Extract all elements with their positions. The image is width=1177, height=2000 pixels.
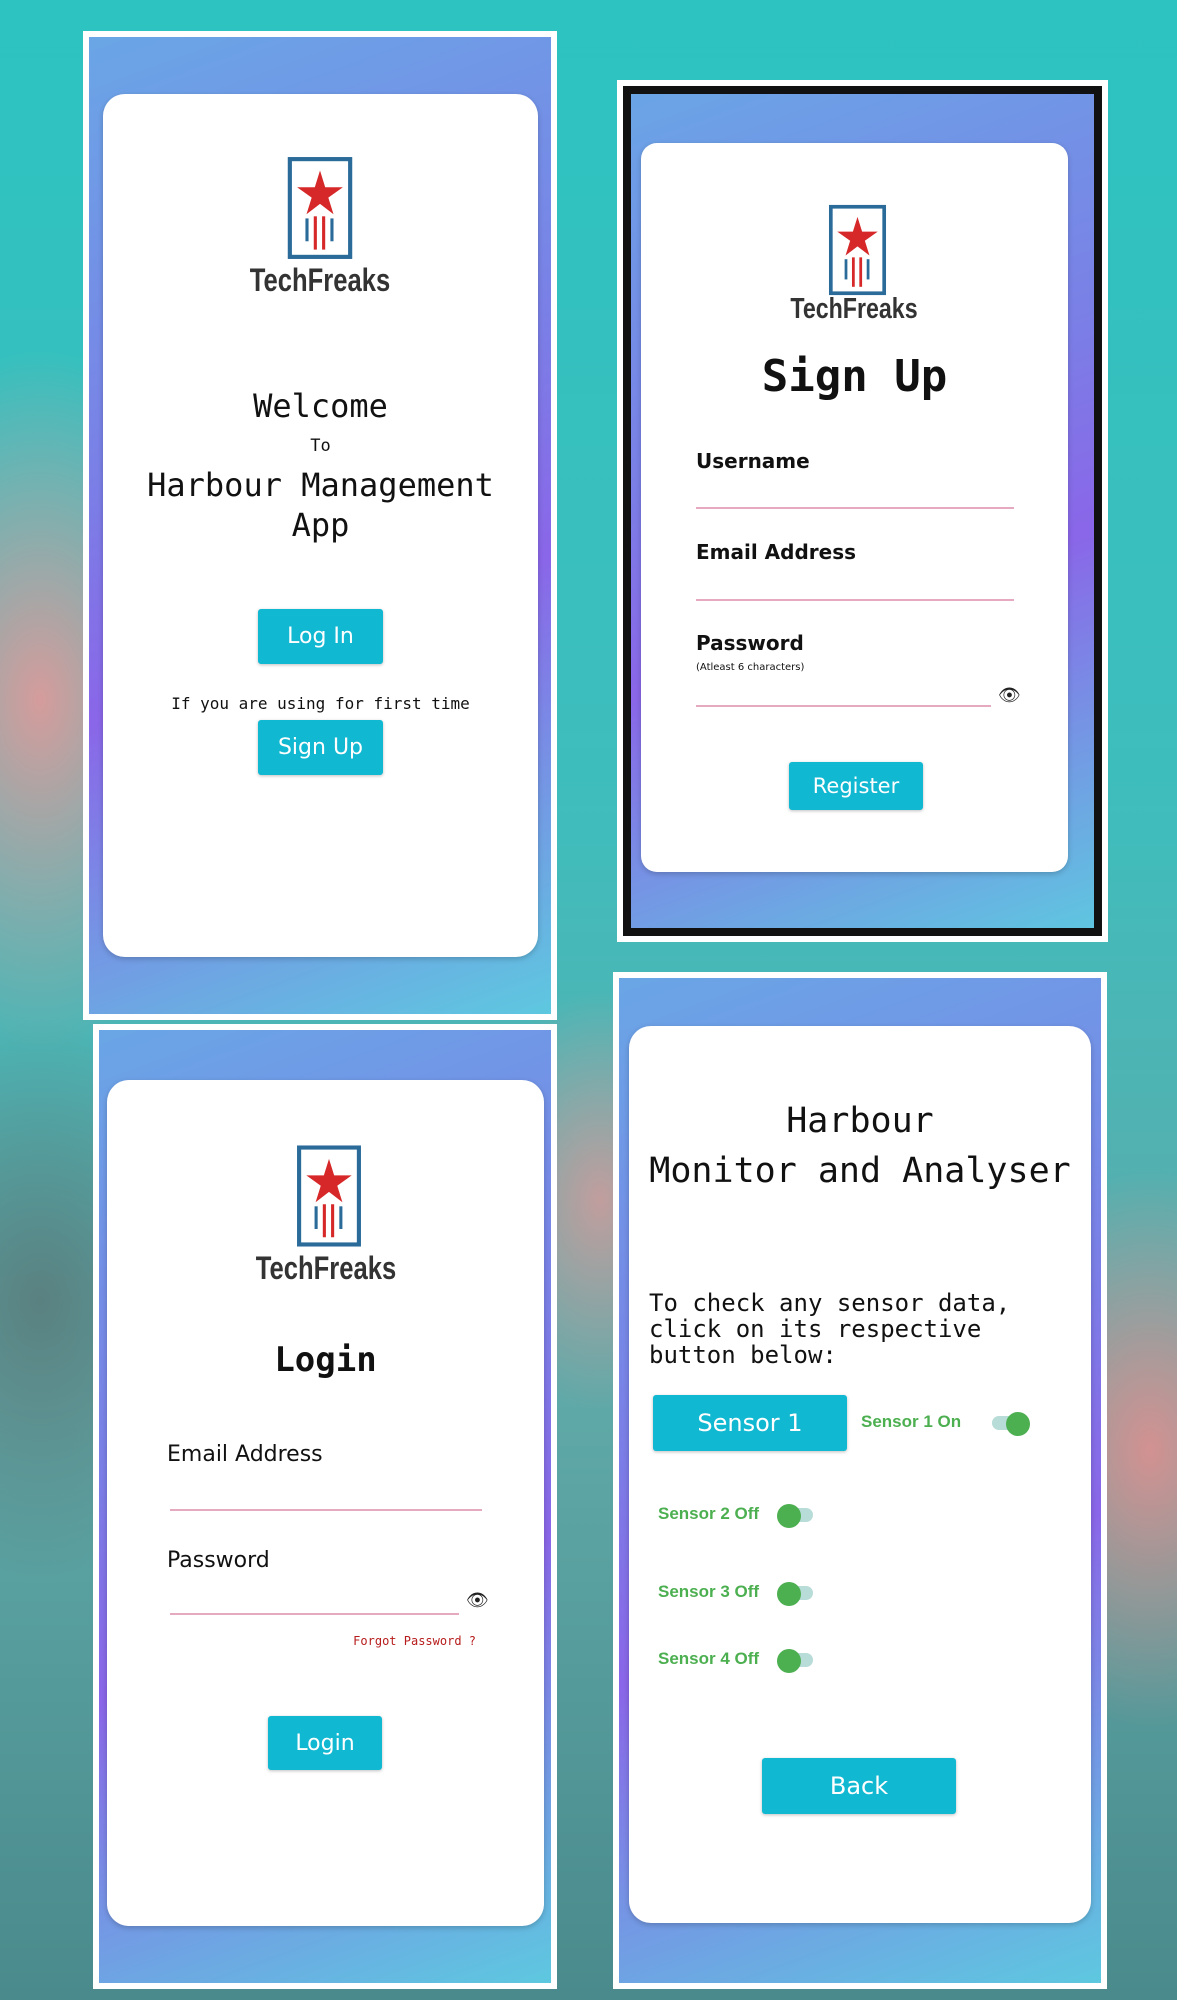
password-input[interactable] (170, 1613, 459, 1615)
username-input[interactable] (696, 507, 1014, 509)
app-name-line1: Harbour Management (147, 466, 494, 504)
sensor-3-status: Sensor 3 Off (658, 1582, 760, 1601)
login-title: Login (274, 1340, 377, 1380)
login-button[interactable]: Login (268, 1716, 382, 1770)
email-input[interactable] (170, 1509, 482, 1511)
sensor-4-status: Sensor 4 Off (658, 1649, 760, 1668)
sensor-2-status: Sensor 2 Off (658, 1504, 760, 1523)
password-hint: (Atleast 6 characters) (696, 662, 805, 673)
signup-title: Sign Up (761, 351, 948, 402)
welcome-to: To (310, 436, 331, 456)
eye-off-icon[interactable]: 👁 (466, 1590, 489, 1611)
sensor-1-status: Sensor 1 On (861, 1412, 962, 1431)
techfreaks-logo (296, 1144, 362, 1248)
techfreaks-logo (828, 204, 887, 296)
monitor-title-line2: Monitor and Analyser (649, 1151, 1071, 1191)
eye-off-icon[interactable]: 👁 (998, 685, 1021, 706)
signup-card: TechFreaks Sign Up Username Email Addres… (641, 143, 1068, 872)
login-card: TechFreaks Login Email Address Password … (107, 1080, 544, 1926)
welcome-card: TechFreaks Welcome To Harbour Management… (103, 94, 538, 957)
welcome-screen: TechFreaks Welcome To Harbour Management… (83, 31, 557, 1020)
first-time-text: If you are using for first time (171, 694, 470, 713)
username-label: Username (696, 449, 810, 473)
sensor-2-toggle[interactable] (777, 1504, 817, 1528)
email-input[interactable] (696, 599, 1014, 601)
monitor-title-line1: Harbour (786, 1101, 934, 1141)
password-input[interactable] (696, 705, 991, 707)
app-name-line2: App (291, 506, 350, 544)
brand-name: TechFreaks (249, 262, 391, 298)
sensor-1-toggle[interactable] (988, 1412, 1030, 1436)
login-screen: TechFreaks Login Email Address Password … (93, 1024, 557, 1989)
monitor-card: Harbour Monitor and Analyser To check an… (629, 1026, 1091, 1923)
back-button[interactable]: Back (762, 1758, 956, 1814)
login-button[interactable]: Log In (258, 609, 383, 664)
register-button[interactable]: Register (789, 762, 923, 810)
instructions-text: To check any sensor data, click on its r… (649, 1289, 1011, 1369)
forgot-password-link[interactable]: Forgot Password ? (353, 1634, 476, 1648)
welcome-title: Welcome (253, 387, 388, 425)
sensor-3-toggle[interactable] (777, 1582, 817, 1606)
signup-screen: TechFreaks Sign Up Username Email Addres… (617, 80, 1108, 942)
sensor-1-button[interactable]: Sensor 1 (653, 1395, 847, 1451)
password-label: Password (696, 631, 804, 655)
email-label: Email Address (167, 1442, 323, 1467)
techfreaks-logo (286, 156, 354, 260)
brand-name: TechFreaks (790, 293, 918, 325)
sensor-4-toggle[interactable] (777, 1649, 817, 1673)
signup-button[interactable]: Sign Up (258, 720, 383, 775)
email-label: Email Address (696, 540, 857, 564)
password-label: Password (167, 1548, 270, 1573)
monitor-screen: Harbour Monitor and Analyser To check an… (613, 972, 1107, 1989)
brand-name: TechFreaks (255, 1250, 397, 1286)
